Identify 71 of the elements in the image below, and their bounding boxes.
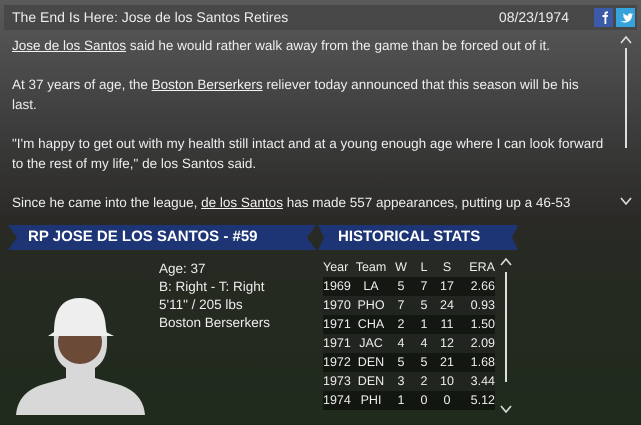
- table-cell-text: 1973: [323, 373, 352, 390]
- column-header: W: [394, 259, 408, 276]
- table-cell-text: JAC: [358, 335, 384, 352]
- article-paragraph: Since he came into the league, de los Santos has made 557 appearances, putting up a 46-53: [12, 194, 572, 212]
- table-cell-text: 1970: [323, 297, 352, 314]
- table-cell-text: 1.68: [470, 354, 495, 372]
- table-cell-text: 2.09: [470, 335, 495, 352]
- scroll-down-icon[interactable]: [620, 197, 632, 205]
- table-cell-text: 5: [396, 354, 406, 372]
- table-cell-text: 1: [420, 316, 428, 334]
- player-banner: RP JOSE DE LOS SANTOS - #59: [8, 225, 316, 250]
- scrollbar-thumb[interactable]: [625, 48, 627, 148]
- table-cell-text: 1.50: [470, 316, 495, 334]
- article-paragraph: Jose de los Santos said he would rather walk away from the game than be forced out of it.: [12, 37, 552, 55]
- table-cell-text: PHO: [356, 297, 386, 314]
- scrollbar-thumb[interactable]: [505, 272, 507, 382]
- table-cell-text: 2: [396, 316, 406, 334]
- scroll-up-icon[interactable]: [620, 36, 632, 44]
- article-title: The End Is Here: Jose de los Santos Retires: [12, 8, 290, 27]
- name-link[interactable]: Jose de los Santos: [12, 38, 126, 53]
- table-cell-text: 3.44: [470, 373, 495, 390]
- table-cell-text: 5.12: [470, 392, 495, 410]
- table-cell-text: DEN: [356, 373, 386, 390]
- column-header: S: [442, 259, 452, 276]
- table-cell-text: 0: [442, 392, 452, 410]
- table-cell-text: DEN: [356, 354, 386, 372]
- table-cell-text: 2.66: [470, 278, 495, 296]
- table-cell-text: 0.93: [470, 297, 495, 314]
- table-cell-text: 1974: [323, 392, 352, 410]
- table-cell-text: 5: [420, 297, 428, 314]
- table-cell-text: 1971: [323, 335, 352, 352]
- table-cell-text: 10: [439, 373, 455, 390]
- table-cell-text: 1972: [323, 354, 352, 372]
- table-cell-text: 5: [420, 354, 428, 372]
- table-cell-text: 5: [396, 278, 406, 296]
- player-info-line: 5'11" / 205 lbs: [159, 296, 244, 314]
- article-paragraph: "I'm happy to get out with my health still intact and at a young enough age where I can look forward to the rest of my life," de los Santos said.: [12, 135, 604, 173]
- table-cell-text: 2: [420, 373, 428, 390]
- article-paragraph: At 37 years of age, the Boston Berserkers reliever today announced that this season will be his last.: [12, 76, 580, 114]
- table-cell-text: 21: [439, 354, 455, 372]
- scroll-up-icon[interactable]: [500, 258, 512, 266]
- name-link[interactable]: Boston Berserkers: [152, 77, 263, 92]
- table-cell-text: 1: [396, 392, 406, 410]
- table-cell-text: PHI: [360, 392, 382, 410]
- twitter-share-icon[interactable]: [616, 8, 635, 27]
- table-cell-text: 24: [439, 297, 455, 314]
- table-cell-text: LA: [362, 278, 380, 296]
- article-date: 08/23/1974: [498, 8, 569, 27]
- table-cell-text: 7: [396, 297, 406, 314]
- table-cell-text: 3: [396, 373, 406, 390]
- table-cell-text: 0: [420, 392, 428, 410]
- table-cell-text: 4: [396, 335, 406, 352]
- player-info-line: Boston Berserkers: [159, 314, 270, 332]
- column-header: Year: [323, 259, 350, 276]
- table-cell-text: 11: [440, 316, 454, 334]
- table-cell-text: CHA: [356, 316, 386, 334]
- table-cell-text: 4: [420, 335, 428, 352]
- table-cell-text: 7: [420, 278, 428, 296]
- facebook-share-icon[interactable]: [594, 8, 613, 27]
- table-cell-text: 1971: [323, 316, 352, 334]
- stats-banner: HISTORICAL STATS: [318, 225, 518, 250]
- column-header: L: [420, 259, 428, 276]
- table-cell-text: 17: [439, 278, 455, 296]
- column-header: Team: [354, 259, 388, 276]
- table-cell-text: 1969: [323, 278, 352, 296]
- player-info-line: Age: 37: [159, 260, 207, 278]
- table-cell-text: 12: [439, 335, 455, 352]
- name-link[interactable]: de los Santos: [201, 195, 283, 210]
- player-info-line: B: Right - T: Right: [159, 278, 266, 296]
- scroll-down-icon[interactable]: [500, 405, 512, 413]
- column-header: ERA: [468, 259, 495, 276]
